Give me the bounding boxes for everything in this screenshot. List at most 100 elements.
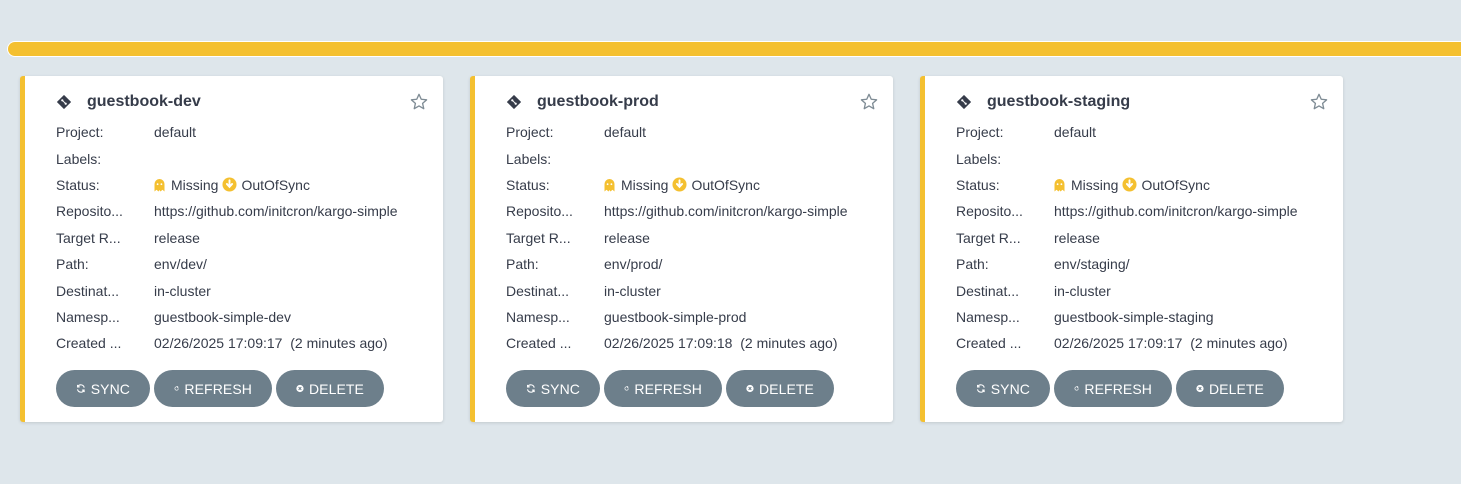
labels-row: Labels: bbox=[56, 145, 433, 171]
app-name[interactable]: guestbook-dev bbox=[87, 93, 201, 111]
destination-row: Destinat... in-cluster bbox=[506, 277, 883, 303]
git-icon bbox=[57, 95, 71, 109]
out-of-sync-icon bbox=[672, 177, 687, 192]
repository-value[interactable]: https://github.com/initcron/kargo-simple bbox=[154, 203, 398, 219]
target-revision-value: release bbox=[604, 229, 650, 246]
refresh-icon bbox=[1074, 385, 1079, 391]
sync-icon bbox=[976, 384, 985, 393]
namespace-value: guestbook-simple-prod bbox=[604, 308, 747, 325]
namespace-value: guestbook-simple-staging bbox=[1054, 308, 1214, 325]
path-label: Path: bbox=[956, 256, 989, 273]
status-row: Status: Missing OutOfSync bbox=[956, 172, 1333, 198]
created-value: 02/26/2025 17:09:17 (2 minutes ago) bbox=[1054, 335, 1288, 352]
refresh-button[interactable]: REFRESH bbox=[154, 370, 272, 407]
sync-button[interactable]: SYNC bbox=[56, 370, 150, 407]
labels-row: Labels: bbox=[506, 145, 883, 171]
repository-value[interactable]: https://github.com/initcron/kargo-simple bbox=[604, 203, 848, 219]
target-revision-row: Target R... release bbox=[956, 225, 1333, 251]
created-row: Created ... 02/26/2025 17:09:17 (2 minut… bbox=[956, 330, 1333, 356]
star-icon[interactable] bbox=[409, 92, 429, 112]
path-row: Path: env/prod/ bbox=[506, 251, 883, 277]
health-status: Missing bbox=[1071, 176, 1119, 193]
delete-button-label: DELETE bbox=[308, 380, 364, 397]
app-details: Project: default Labels: Status: Missing bbox=[506, 119, 883, 357]
path-value: env/staging/ bbox=[1054, 256, 1130, 273]
app-name[interactable]: guestbook-staging bbox=[987, 93, 1130, 111]
ghost-icon bbox=[604, 178, 615, 192]
app-name[interactable]: guestbook-prod bbox=[537, 93, 659, 111]
sync-button[interactable]: SYNC bbox=[956, 370, 1050, 407]
destination-value: in-cluster bbox=[154, 282, 211, 299]
applications-tiles: guestbook-dev Project: default Labels: S… bbox=[20, 76, 1343, 422]
app-card[interactable]: guestbook-prod Project: default Labels: … bbox=[470, 76, 893, 422]
sync-icon bbox=[76, 384, 85, 393]
status-value: Missing OutOfSync bbox=[154, 177, 310, 193]
card-header: guestbook-prod bbox=[507, 92, 659, 112]
card-actions: SYNC REFRESH DELETE bbox=[506, 370, 834, 407]
project-label: Project: bbox=[956, 124, 1004, 141]
destination-label: Destinat... bbox=[506, 282, 570, 299]
sync-icon bbox=[526, 384, 535, 393]
destination-row: Destinat... in-cluster bbox=[56, 277, 433, 303]
delete-icon bbox=[296, 384, 304, 393]
delete-button[interactable]: DELETE bbox=[726, 370, 834, 407]
sync-button-label: SYNC bbox=[90, 380, 130, 397]
delete-icon bbox=[746, 384, 754, 393]
card-actions: SYNC REFRESH DELETE bbox=[956, 370, 1284, 407]
project-label: Project: bbox=[56, 124, 104, 141]
created-label: Created ... bbox=[956, 335, 1022, 352]
repository-label: Reposito... bbox=[506, 203, 573, 220]
namespace-row: Namesp... guestbook-simple-prod bbox=[506, 304, 883, 330]
target-revision-label: Target R... bbox=[56, 229, 121, 246]
repository-row: Reposito... https://github.com/initcron/… bbox=[506, 198, 883, 224]
refresh-button[interactable]: REFRESH bbox=[604, 370, 722, 407]
path-label: Path: bbox=[506, 256, 539, 273]
path-label: Path: bbox=[56, 256, 89, 273]
card-header: guestbook-dev bbox=[57, 92, 201, 112]
app-card[interactable]: guestbook-dev Project: default Labels: S… bbox=[20, 76, 443, 422]
destination-label: Destinat... bbox=[56, 282, 120, 299]
status-label: Status: bbox=[956, 176, 1000, 193]
delete-button-label: DELETE bbox=[1208, 380, 1264, 397]
refresh-icon bbox=[174, 385, 179, 391]
status-label: Status: bbox=[506, 176, 550, 193]
ghost-icon bbox=[1054, 178, 1065, 192]
repository-row: Reposito... https://github.com/initcron/… bbox=[956, 198, 1333, 224]
project-value: default bbox=[1054, 124, 1097, 141]
project-label: Project: bbox=[506, 124, 554, 141]
destination-row: Destinat... in-cluster bbox=[956, 277, 1333, 303]
created-row: Created ... 02/26/2025 17:09:18 (2 minut… bbox=[506, 330, 883, 356]
refresh-button[interactable]: REFRESH bbox=[1054, 370, 1172, 407]
project-row: Project: default bbox=[956, 119, 1333, 145]
delete-button[interactable]: DELETE bbox=[1176, 370, 1284, 407]
repository-value[interactable]: https://github.com/initcron/kargo-simple bbox=[1054, 203, 1298, 219]
repository-label: Reposito... bbox=[956, 203, 1023, 220]
namespace-label: Namesp... bbox=[506, 308, 570, 325]
target-revision-label: Target R... bbox=[956, 229, 1021, 246]
status-value: Missing OutOfSync bbox=[604, 177, 760, 193]
status-value: Missing OutOfSync bbox=[1054, 177, 1210, 193]
repository-label: Reposito... bbox=[56, 203, 123, 220]
created-row: Created ... 02/26/2025 17:09:17 (2 minut… bbox=[56, 330, 433, 356]
delete-icon bbox=[1196, 384, 1204, 393]
target-revision-row: Target R... release bbox=[56, 225, 433, 251]
star-icon[interactable] bbox=[859, 92, 879, 112]
labels-label: Labels: bbox=[506, 150, 552, 167]
app-card[interactable]: guestbook-staging Project: default Label… bbox=[920, 76, 1343, 422]
star-icon[interactable] bbox=[1309, 92, 1329, 112]
delete-button[interactable]: DELETE bbox=[276, 370, 384, 407]
refresh-button-label: REFRESH bbox=[1084, 380, 1152, 397]
created-value: 02/26/2025 17:09:18 (2 minutes ago) bbox=[604, 335, 838, 352]
destination-value: in-cluster bbox=[604, 282, 661, 299]
project-row: Project: default bbox=[56, 119, 433, 145]
labels-label: Labels: bbox=[956, 150, 1002, 167]
target-revision-row: Target R... release bbox=[506, 225, 883, 251]
sync-status: OutOfSync bbox=[241, 176, 310, 193]
sync-button[interactable]: SYNC bbox=[506, 370, 600, 407]
created-label: Created ... bbox=[56, 335, 122, 352]
path-value: env/dev/ bbox=[154, 256, 207, 273]
repository-row: Reposito... https://github.com/initcron/… bbox=[56, 198, 433, 224]
target-revision-label: Target R... bbox=[506, 229, 571, 246]
health-status: Missing bbox=[621, 176, 669, 193]
card-actions: SYNC REFRESH DELETE bbox=[56, 370, 384, 407]
